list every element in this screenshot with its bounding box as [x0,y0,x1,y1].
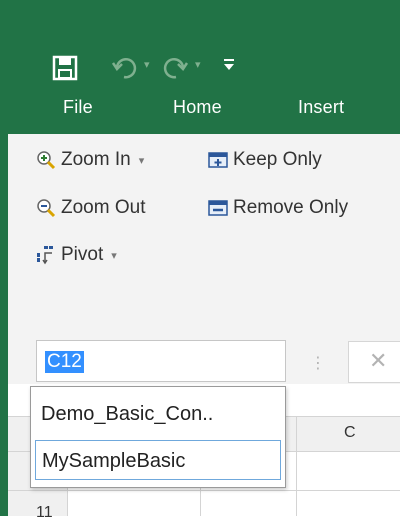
dropdown-item-mysamplebasic[interactable]: MySampleBasic [35,440,281,480]
name-box[interactable]: C12 [36,340,286,382]
redo-dropdown-icon[interactable]: ▾ [195,58,201,71]
pivot-icon [36,245,56,265]
name-box-value[interactable]: C12 [45,351,84,373]
tab-home[interactable]: Home [173,97,222,118]
zoom-out-label: Zoom Out [61,197,146,218]
pivot-label: Pivot [61,244,104,265]
remove-only-icon [208,198,228,218]
keep-only-button[interactable]: Keep Only [208,149,322,171]
zoom-in-label: Zoom In [61,149,131,170]
remove-only-button[interactable]: Remove Only [208,197,348,219]
dropdown-item-demo-basic[interactable]: Demo_Basic_Con.. [35,394,281,434]
keep-only-label: Keep Only [233,149,322,170]
column-header-c[interactable]: C [344,424,356,442]
zoom-in-button[interactable]: Zoom In ▾ [36,149,144,171]
customize-qat-icon[interactable] [222,55,236,78]
keep-only-icon [208,150,228,170]
grid-line [296,416,297,516]
ribbon-panel: Zoom In ▾ Keep Only Zoom Out Remove Only… [8,134,400,324]
zoom-out-icon [36,198,56,218]
zoom-in-dropdown-icon[interactable]: ▾ [139,154,145,167]
cancel-icon: ✕ [369,348,388,373]
quick-access-toolbar: ▾ ▾ [0,0,392,82]
remove-only-label: Remove Only [233,197,349,218]
tab-file[interactable]: File [63,97,93,118]
undo-dropdown-icon[interactable]: ▾ [144,58,150,71]
pivot-dropdown-icon[interactable]: ▾ [111,249,117,262]
zoom-out-button[interactable]: Zoom Out [36,197,145,219]
formula-bar-grip-icon[interactable]: ⋮ [310,353,326,373]
tab-insert[interactable]: Insert [298,97,344,118]
row-header-11[interactable]: 11 [36,504,53,522]
name-box-dropdown: Demo_Basic_Con.. MySampleBasic [30,386,286,488]
ribbon-tab-bar: File Home Insert [8,82,400,134]
zoom-in-icon [36,150,56,170]
pivot-button[interactable]: Pivot ▾ [36,244,117,266]
formula-cancel-button[interactable]: ✕ [348,341,400,383]
grid-line [8,490,400,491]
